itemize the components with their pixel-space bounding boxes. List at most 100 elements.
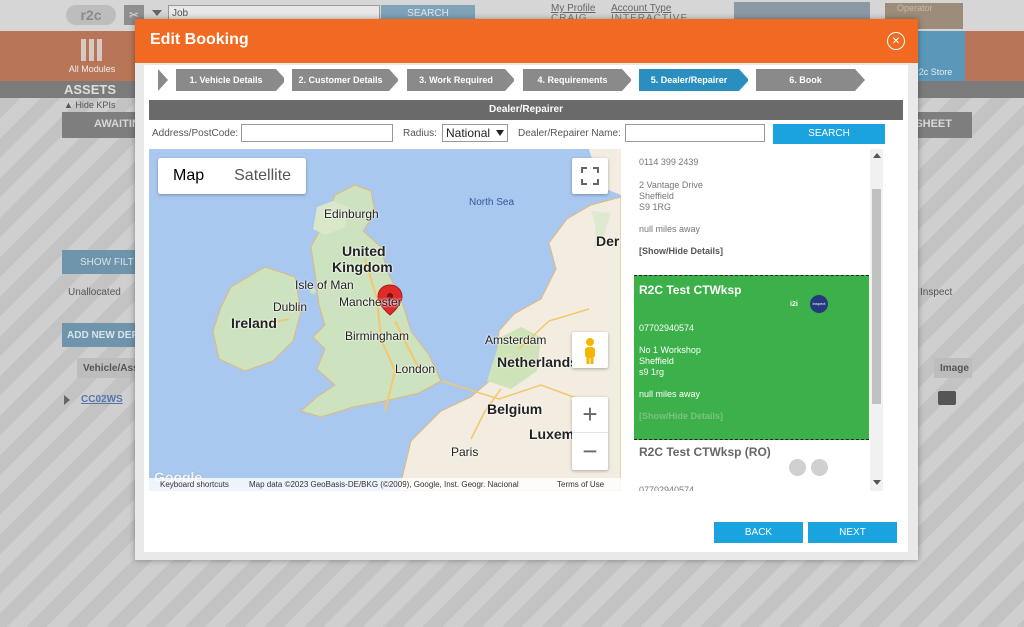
show-hide-details-link[interactable]: [Show/Hide Details] [639, 246, 723, 256]
i2i-badge: i2i [790, 301, 798, 308]
section-title: Dealer/Repairer [149, 100, 903, 120]
map-type-map-button[interactable]: Map [158, 158, 219, 194]
address-label: Address/PostCode: [152, 128, 239, 139]
step-customer-details[interactable]: 2. Customer Details [292, 69, 389, 91]
step-book[interactable]: 6. Book [756, 69, 855, 91]
radius-value: National [446, 126, 491, 140]
add-new-defect-button: ADD NEW DEF [62, 323, 142, 347]
all-modules-button: All Modules [66, 37, 118, 74]
map-label-north-sea: North Sea [469, 197, 515, 208]
fullscreen-button[interactable] [572, 158, 608, 194]
zoom-control: + − [572, 397, 608, 470]
map-label-edinburgh: Edinburgh [324, 207, 379, 221]
step-notch [514, 69, 523, 91]
edit-booking-modal: Edit Booking × 1. Vehicle Details 2. Cus… [135, 19, 918, 560]
map-label-ireland: Ireland [231, 315, 277, 331]
map-label-den: Der [596, 233, 620, 249]
inspect-badge: Inspect [810, 295, 828, 313]
zoom-in-button[interactable]: + [572, 397, 608, 433]
scroll-down-icon[interactable] [873, 480, 881, 485]
map-label-manchester: Manchester [339, 295, 402, 309]
map-label-london: London [395, 362, 436, 376]
result-address-line: s9 1rg [639, 367, 665, 377]
result-name: R2C Test CTWksp (RO) [639, 445, 771, 459]
map-label-paris: Paris [451, 445, 479, 459]
map-type-satellite-button[interactable]: Satellite [219, 158, 306, 194]
show-hide-details-link[interactable]: [Show/Hide Details] [639, 411, 723, 421]
result-address-line: Sheffield [639, 191, 674, 201]
map-label-kingdom: Kingdom [332, 259, 393, 275]
back-button[interactable]: BACK [714, 522, 803, 543]
step-notch [398, 69, 407, 91]
chevron-down-icon [496, 130, 504, 136]
expand-row-icon [64, 395, 70, 405]
step-requirements[interactable]: 4. Requirements [523, 69, 622, 91]
map-attribution: Keyboard shortcuts Map data ©2023 GeoBas… [149, 478, 621, 491]
terms-of-use-link[interactable]: Terms of Use [557, 478, 604, 491]
kpi-right-label: SHEET [915, 118, 952, 130]
close-button[interactable]: × [887, 32, 905, 50]
result-distance: null miles away [639, 389, 701, 399]
map-label-amsterdam: Amsterdam [485, 333, 547, 347]
step-notch [149, 69, 158, 91]
column-header-image: Image [934, 358, 972, 378]
tab-unallocated: Unallocated [68, 287, 121, 298]
result-phone: 07702940574 [639, 323, 695, 333]
map-type-control: Map Satellite [158, 158, 307, 194]
map[interactable]: North Sea Edinburgh United Kingdom Isle … [149, 149, 621, 491]
results-scrollbar[interactable] [870, 149, 883, 491]
map-label-isle-of-man: Isle of Man [295, 278, 354, 292]
hide-kpis-toggle: ▲ Hide KPIs [64, 100, 116, 110]
booking-steps: 1. Vehicle Details 2. Customer Details 3… [149, 69, 879, 91]
dealer-name-input[interactable] [625, 124, 765, 142]
scroll-thumb[interactable] [872, 189, 881, 404]
keyboard-shortcuts-link[interactable]: Keyboard shortcuts [160, 478, 229, 491]
result-name: R2C Test CTWksp [639, 283, 742, 297]
all-modules-label: All Modules [68, 64, 116, 74]
result-phone: 07702940574 [639, 485, 695, 491]
step-dealer-repairer[interactable]: 5. Dealer/Repairer [639, 69, 739, 91]
hide-kpis-label: Hide KPIs [75, 100, 116, 110]
next-button[interactable]: NEXT [808, 522, 897, 543]
pegman-icon [585, 338, 595, 364]
scroll-up-icon[interactable] [873, 153, 881, 158]
map-label-belgium: Belgium [487, 401, 543, 417]
r2c-logo: r2c [66, 5, 116, 25]
result-address-line: No 1 Workshop [639, 345, 701, 355]
inspect-badge-inactive [811, 459, 828, 476]
step-arrow [158, 69, 168, 91]
show-filter-button: SHOW FILT [62, 250, 142, 274]
vehicle-registration-link: CC02WS [81, 394, 123, 405]
chevron-down-icon [152, 10, 162, 16]
map-data-attribution: Map data ©2023 GeoBasis-DE/BKG (©2009), … [249, 480, 519, 489]
map-label-united: United [342, 243, 386, 259]
step-vehicle-details[interactable]: 1. Vehicle Details [176, 69, 276, 91]
map-label-netherlands: Netherlands [497, 354, 578, 370]
address-input[interactable] [241, 124, 393, 142]
street-view-pegman-button[interactable] [572, 332, 608, 368]
result-phone: 0114 399 2439 [639, 157, 699, 167]
i2i-badge-inactive [789, 459, 806, 476]
tab-inspect: Inspect [920, 287, 953, 298]
fullscreen-icon [581, 167, 599, 185]
selected-dealer-card[interactable]: R2C Test CTWksp i2i Inspect 07702940574 … [634, 275, 869, 440]
result-address-line: Sheffield [639, 356, 674, 366]
grid-icon [81, 39, 103, 61]
search-button[interactable]: SEARCH [773, 124, 885, 144]
page-title: ASSETS [64, 82, 117, 97]
camera-icon [938, 391, 956, 405]
modal-title: Edit Booking [150, 31, 249, 48]
result-distance: null miles away [639, 224, 701, 234]
zoom-out-button[interactable]: − [572, 434, 608, 470]
result-address-line: S9 1RG [639, 202, 672, 212]
modal-body: 1. Vehicle Details 2. Customer Details 3… [144, 65, 908, 552]
map-label-birmingham: Birmingham [345, 329, 410, 343]
step-work-required[interactable]: 3. Work Required [407, 69, 505, 91]
kpi-left-label: AWAITIN [94, 118, 140, 130]
modal-header: Edit Booking × [135, 19, 918, 63]
map-label-dublin: Dublin [273, 300, 308, 314]
dealer-results-list[interactable]: 0114 399 2439 2 Vantage Drive Sheffield … [634, 149, 883, 491]
column-header-vehicle: Vehicle/Ass [77, 358, 139, 378]
radius-select[interactable]: National [442, 124, 508, 142]
result-address-line: 2 Vantage Drive [639, 180, 703, 190]
